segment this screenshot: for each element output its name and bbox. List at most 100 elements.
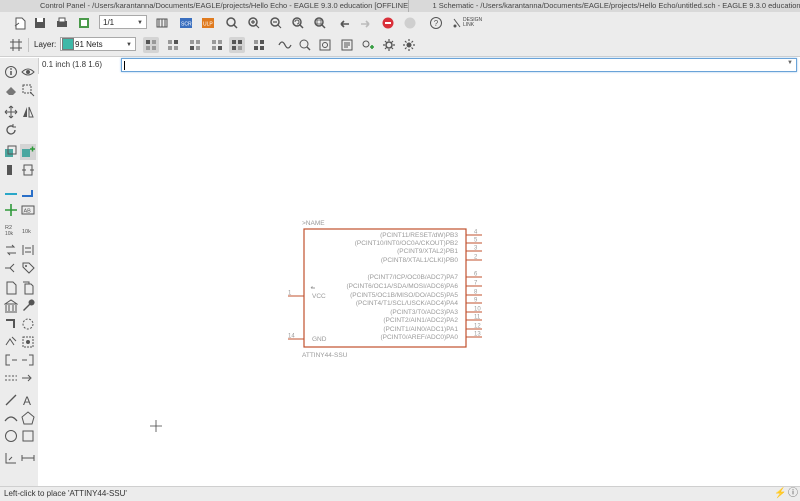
bus-icon[interactable]	[20, 184, 36, 200]
zoom-out-icon[interactable]	[268, 15, 284, 31]
part-value-label: ATTINY44-SSU	[302, 352, 348, 359]
main-toolbar: 1/1 ▼ SCR ULP ? DESIGN LINK	[0, 12, 800, 35]
stop-icon[interactable]	[380, 15, 396, 31]
erc-icon[interactable]	[339, 37, 355, 53]
rotate-icon[interactable]	[3, 122, 19, 138]
mirror-wave-icon[interactable]	[277, 37, 293, 53]
zoom-fit-icon[interactable]	[224, 15, 240, 31]
junction-icon[interactable]	[3, 202, 19, 218]
redo-icon[interactable]	[358, 15, 374, 31]
attribute-icon[interactable]	[3, 334, 19, 350]
paste-icon[interactable]	[3, 162, 19, 178]
add-part-tool-icon[interactable]	[20, 144, 36, 160]
grid-icon[interactable]	[8, 37, 24, 53]
arc-icon[interactable]	[3, 410, 19, 426]
split-icon[interactable]	[3, 260, 19, 276]
design-link-label: DESIGN LINK	[463, 18, 485, 28]
svg-text:AB: AB	[24, 209, 32, 215]
net-icon[interactable]	[3, 184, 19, 200]
library-icon[interactable]	[3, 298, 19, 314]
circle-icon[interactable]	[3, 428, 19, 444]
pin-label: (PCINT1/AIN0/ADC1)PA1	[383, 326, 458, 333]
name-tool-icon[interactable]: R210k	[3, 222, 19, 238]
chevron-down-icon: ▼	[137, 16, 143, 30]
route-icon[interactable]	[20, 370, 36, 386]
text-caret	[124, 61, 125, 70]
measure-icon[interactable]	[20, 450, 36, 466]
command-input[interactable]: ▼	[121, 58, 797, 72]
wire-bend-a-icon[interactable]	[229, 37, 245, 53]
sheet-select[interactable]: 1/1 ▼	[99, 15, 147, 29]
show-icon[interactable]	[297, 37, 313, 53]
pin-number: 14	[288, 334, 295, 340]
move-icon[interactable]	[3, 104, 19, 120]
info-icon[interactable]: ⓘ	[788, 488, 798, 500]
svg-text:?: ?	[434, 19, 439, 28]
wire-style-straight-icon[interactable]	[143, 37, 159, 53]
gate-swap-icon[interactable]	[20, 242, 36, 258]
pin-label: (PCINT6/OC1A/SDA/MOSI/ADC6)PA6	[347, 283, 459, 290]
mirror-icon[interactable]	[20, 104, 36, 120]
chevron-down-icon: ▼	[126, 38, 132, 52]
schematic-canvas[interactable]: >NAME ATTINY44-SSU (PCINT11/RESET/dW)PB3…	[38, 74, 800, 486]
pin-label: (PCINT2/AIN1/ADC2)PA2	[383, 317, 458, 324]
wire-style-45-icon[interactable]	[187, 37, 203, 53]
open-file-icon[interactable]	[12, 15, 28, 31]
zoom-redraw-icon[interactable]	[290, 15, 306, 31]
copy-icon[interactable]	[3, 144, 19, 160]
schematic-window-title[interactable]: 1 Schematic - /Users/karantanna/Document…	[408, 0, 800, 12]
status-message: Left-click to place 'ATTINY44-SSU'	[4, 487, 127, 501]
rectangle-icon[interactable]	[20, 428, 36, 444]
wire-style-90-icon[interactable]	[165, 37, 181, 53]
lightning-icon[interactable]: ⚡	[774, 488, 786, 500]
pin-label: (PCINT9/XTAL2)PB1	[397, 248, 458, 255]
slice-left-icon[interactable]	[3, 352, 19, 368]
save-icon[interactable]	[32, 15, 48, 31]
help-icon[interactable]: ?	[428, 15, 444, 31]
line-icon[interactable]	[3, 392, 19, 408]
pin-label: (PCINT11/RESET/dW)PB3	[380, 232, 458, 239]
pin-label: (PCINT10/INT0/OC0A/CKOUT)PB2	[355, 240, 459, 247]
control-panel-window-title[interactable]: Control Panel - /Users/karantanna/Docume…	[0, 0, 408, 12]
sun-settings-icon[interactable]	[401, 37, 417, 53]
zoom-in-icon[interactable]	[246, 15, 262, 31]
board-icon[interactable]	[154, 15, 170, 31]
chevron-down-icon[interactable]: ▼	[787, 60, 793, 66]
info-icon[interactable]	[3, 64, 19, 80]
text-icon[interactable]: A	[20, 392, 36, 408]
documents-icon[interactable]	[20, 280, 36, 296]
slice-right-icon[interactable]	[20, 352, 36, 368]
script-icon[interactable]: SCR	[178, 15, 194, 31]
cog-settings-icon[interactable]	[381, 37, 397, 53]
replace-icon[interactable]	[20, 162, 36, 178]
ripup-icon[interactable]	[3, 370, 19, 386]
print-icon[interactable]	[54, 15, 70, 31]
optimize-icon[interactable]	[20, 334, 36, 350]
eraser-icon[interactable]	[3, 82, 19, 98]
wire-style-curve-icon[interactable]	[209, 37, 225, 53]
label-icon[interactable]: AB	[20, 202, 36, 218]
polygon-icon[interactable]	[20, 410, 36, 426]
cam-processor-icon[interactable]	[76, 15, 92, 31]
dimension-icon[interactable]	[3, 450, 19, 466]
tag-icon[interactable]	[20, 260, 36, 276]
wire-bend-b-icon[interactable]	[251, 37, 267, 53]
zoom-select-icon[interactable]	[312, 15, 328, 31]
document-icon[interactable]	[3, 280, 19, 296]
undo-icon[interactable]	[336, 15, 352, 31]
value-tool-icon[interactable]: 10k	[20, 222, 36, 238]
wrench-icon[interactable]	[20, 298, 36, 314]
select-area-icon[interactable]	[20, 82, 36, 98]
design-link-button[interactable]: DESIGN LINK	[452, 15, 488, 31]
svg-text:ULP: ULP	[203, 22, 213, 28]
add-part-icon[interactable]	[359, 37, 375, 53]
sheet-select-value: 1/1	[103, 18, 114, 27]
miter-icon[interactable]	[3, 316, 19, 332]
pin-swap-icon[interactable]	[3, 242, 19, 258]
layer-toolbar: Layer: 91 Nets ▼	[0, 34, 800, 57]
ulp-icon[interactable]: ULP	[200, 15, 216, 31]
go-icon[interactable]	[402, 15, 418, 31]
smash-icon[interactable]	[20, 316, 36, 332]
eye-icon[interactable]	[20, 64, 36, 80]
info-inspect-icon[interactable]	[317, 37, 333, 53]
